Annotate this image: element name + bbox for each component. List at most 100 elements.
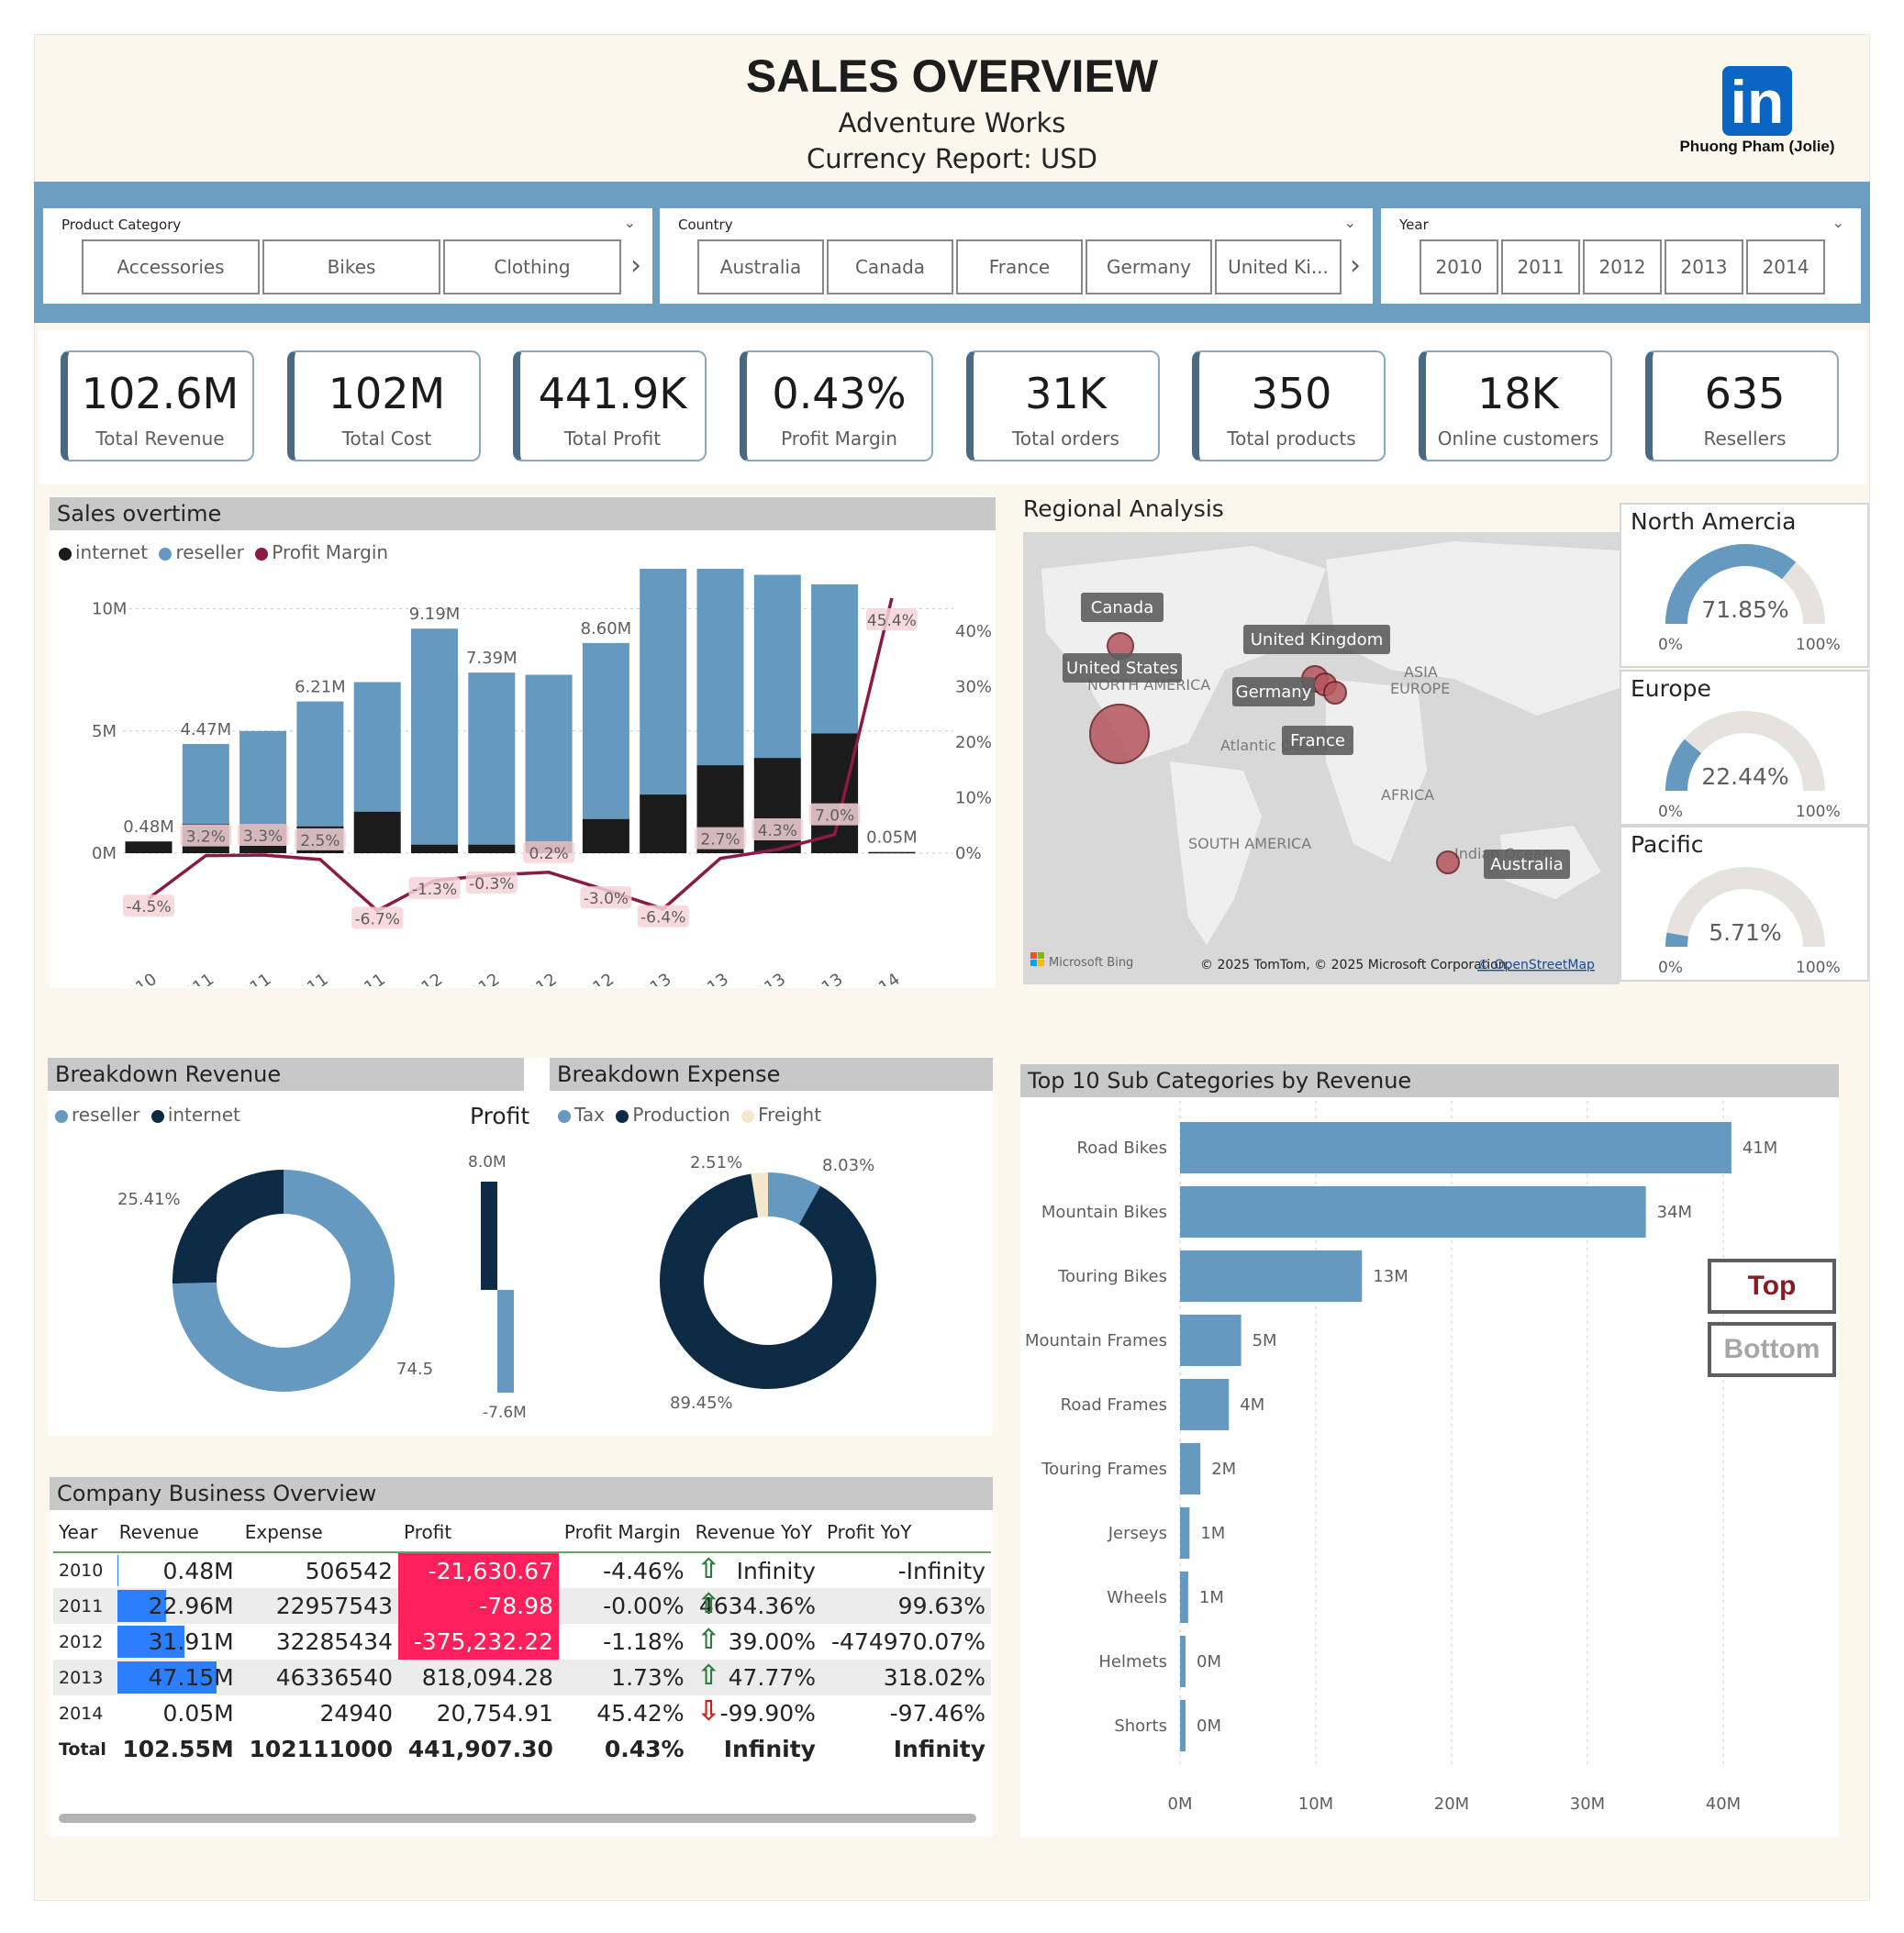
category-label: Helmets <box>1098 1652 1167 1672</box>
column-header[interactable]: Year <box>53 1512 114 1553</box>
slicer-year[interactable]: Year ⌄ 2010 2011 2012 2013 2014 <box>1381 208 1861 304</box>
gauge-card: Pacific 5.71% 0% 100% <box>1620 826 1869 982</box>
chip-2011[interactable]: 2011 <box>1501 239 1580 294</box>
revenue-value: 31.91M <box>148 1628 234 1655</box>
yoy-value: 39.00% <box>728 1628 816 1655</box>
slicer-title: Year <box>1399 217 1429 233</box>
arrow-up-icon: ⇧ <box>696 1624 720 1656</box>
panel-title: Breakdown Expense <box>550 1058 993 1091</box>
chip-2010[interactable]: 2010 <box>1420 239 1498 294</box>
slice-label: 8.03% <box>822 1156 874 1175</box>
table-row: 2012 31.91M 32285434 -375,232.22 -1.18% ⇧ 39.0… <box>53 1624 991 1660</box>
bar-internet <box>468 844 516 853</box>
y-tick-label: 5M <box>92 722 117 741</box>
column-header[interactable]: Revenue YoY <box>689 1512 821 1553</box>
cell-rev_yoy: ⇧ 4634.36% <box>690 1588 821 1624</box>
legend-dot <box>55 1109 68 1123</box>
column-header[interactable]: Revenue <box>113 1512 239 1553</box>
panel-title: Sales overtime <box>50 497 996 530</box>
bar-value-label: 0M <box>1197 1652 1221 1672</box>
column-header[interactable]: Profit Margin <box>558 1512 690 1553</box>
y2-tick-label: 10% <box>955 789 992 808</box>
profit-bar-positive <box>481 1182 497 1290</box>
column-header[interactable]: Expense <box>239 1512 398 1553</box>
chevron-down-icon[interactable]: ⌄ <box>624 214 636 231</box>
bar-value-label: 5M <box>1253 1331 1277 1350</box>
bar <box>1180 1250 1363 1302</box>
cell-year: 2011 <box>59 1595 104 1616</box>
chip-bikes[interactable]: Bikes <box>262 239 440 294</box>
region-label: SOUTH AMERICA <box>1188 835 1311 852</box>
chip-2014[interactable]: 2014 <box>1746 239 1825 294</box>
column-header[interactable]: Profit <box>398 1512 559 1553</box>
bar-reseller <box>811 583 859 734</box>
bar <box>1180 1122 1731 1173</box>
slice-label: 89.45% <box>670 1394 733 1413</box>
margin-label: -1.3% <box>412 881 457 899</box>
y2-tick-label: 0% <box>955 844 982 863</box>
panel-title: Regional Analysis <box>1023 495 1224 522</box>
profit-title: Profit <box>470 1103 530 1129</box>
legend-dot <box>59 547 72 561</box>
arrow-up-icon: ⇧ <box>696 1660 720 1692</box>
cell-margin: 1.73% <box>611 1664 685 1691</box>
bar-total-label: 6.21M <box>295 678 346 697</box>
bar-total-label: 4.47M <box>180 720 231 739</box>
revenue-value: 47.15M <box>148 1664 234 1691</box>
cell-expense: 506542 <box>305 1557 393 1584</box>
kpi-label: Total Revenue <box>95 428 225 450</box>
kpi-value: 102M <box>328 369 446 418</box>
cell-revenue: 0.48M <box>114 1552 239 1588</box>
chip-2013[interactable]: 2013 <box>1665 239 1743 294</box>
cell-rev_yoy: ⇧ Infinity <box>690 1552 821 1588</box>
bar-reseller <box>182 743 229 825</box>
category-label: Mountain Frames <box>1025 1331 1167 1350</box>
toggle-top-button[interactable]: Top <box>1708 1259 1836 1314</box>
kpi-card: 102.6M Total Revenue <box>61 350 254 461</box>
bar-reseller <box>239 730 287 825</box>
location-label: Canada <box>1091 598 1154 617</box>
chip-germany[interactable]: Germany <box>1086 239 1212 294</box>
chip-accessories[interactable]: Accessories <box>82 239 260 294</box>
cell-year: 2014 <box>59 1703 104 1724</box>
donut-slice <box>173 1170 284 1284</box>
column-header[interactable]: Profit YoY <box>820 1512 991 1553</box>
x-tick-label: 20M <box>1434 1794 1469 1814</box>
chip-canada[interactable]: Canada <box>827 239 953 294</box>
chevron-down-icon[interactable]: ⌄ <box>1344 214 1356 231</box>
location-label: Australia <box>1490 855 1564 874</box>
gauge-value: 71.85% <box>1701 596 1789 623</box>
slicer-country[interactable]: Country ⌄ Australia Canada France German… <box>660 208 1373 304</box>
cell-expense: 24940 <box>319 1700 393 1727</box>
regional-map[interactable]: NORTH AMERICA EUROPEASIAAFRICASOUTH AMERI… <box>1023 532 1620 984</box>
chip-france[interactable]: France <box>956 239 1083 294</box>
toggle-bottom-button[interactable]: Bottom <box>1708 1322 1836 1377</box>
chip-clothing[interactable]: Clothing <box>443 239 621 294</box>
bar <box>1180 1636 1186 1687</box>
margin-label: -6.7% <box>355 911 400 929</box>
linkedin-icon[interactable]: in <box>1722 66 1792 136</box>
location-label: France <box>1290 731 1345 750</box>
bar-total-label: 7.39M <box>466 649 518 668</box>
chevron-right-icon[interactable]: › <box>1350 250 1361 282</box>
chip-2012[interactable]: 2012 <box>1583 239 1662 294</box>
category-label: Road Frames <box>1061 1395 1167 1415</box>
kpi-card: 102M Total Cost <box>287 350 481 461</box>
revenue-value: 22.96M <box>148 1593 234 1619</box>
author-name: Phuong Pham (Jolie) <box>1679 138 1835 155</box>
bar <box>1180 1507 1190 1559</box>
chip-australia[interactable]: Australia <box>697 239 824 294</box>
legend-label: internet <box>167 1104 240 1126</box>
chevron-down-icon[interactable]: ⌄ <box>1832 214 1844 231</box>
kpi-label: Online customers <box>1437 428 1599 450</box>
bar-total-label: 0.05M <box>866 828 918 848</box>
chevron-right-icon[interactable]: › <box>630 250 641 282</box>
bar-reseller <box>296 701 344 827</box>
slicer-title: Product Category <box>61 217 182 233</box>
slicer-product-category[interactable]: Product Category ⌄ Accessories Bikes Clo… <box>43 208 652 304</box>
expense-legend: Tax Production Freight <box>558 1104 821 1126</box>
kpi-value: 350 <box>1251 369 1332 418</box>
kpi-label: Resellers <box>1703 428 1787 450</box>
horizontal-scrollbar[interactable] <box>59 1814 976 1823</box>
chip-united-kingdom[interactable]: United Ki... <box>1215 239 1342 294</box>
